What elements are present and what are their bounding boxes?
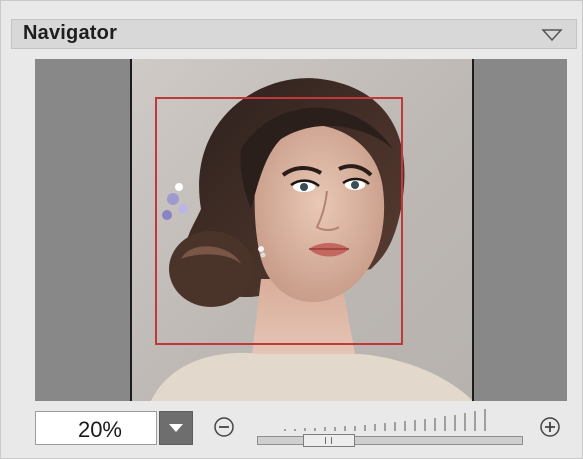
zoom-slider-track[interactable]	[257, 436, 523, 445]
zoom-input[interactable]: 20%	[35, 411, 157, 445]
image-right-edge	[472, 59, 474, 401]
zoom-slider-thumb[interactable]	[303, 434, 355, 447]
navigator-preview[interactable]	[35, 59, 567, 401]
zoom-value: 20%	[77, 417, 122, 442]
collapse-panel-icon[interactable]	[541, 28, 563, 42]
zoom-out-icon[interactable]	[213, 416, 235, 438]
zoom-slider-ticks	[284, 409, 486, 431]
navigator-panel: Navigator 20%	[0, 0, 583, 459]
panel-title: Navigator	[23, 22, 118, 44]
image-left-edge	[130, 59, 132, 401]
zoom-controls: 20%	[35, 405, 567, 449]
zoom-in-icon[interactable]	[539, 416, 561, 438]
zoom-dropdown-button[interactable]	[159, 411, 193, 445]
visible-area-frame[interactable]	[155, 97, 403, 345]
caret-down-icon	[169, 424, 183, 432]
